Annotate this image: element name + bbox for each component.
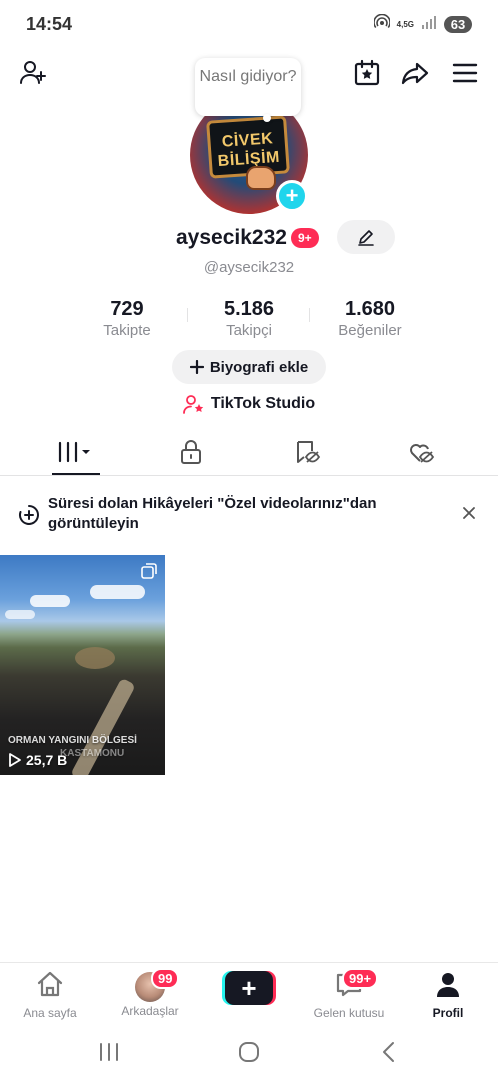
story-plus-icon xyxy=(19,505,39,525)
play-icon xyxy=(9,753,21,767)
recents-button[interactable] xyxy=(96,1040,122,1064)
nav-friends[interactable]: Arkadaşlar 99 xyxy=(105,968,195,1018)
close-notice-button[interactable] xyxy=(460,504,478,522)
nav-home-label: Ana sayfa xyxy=(23,1006,77,1020)
hamburger-menu-icon xyxy=(452,63,478,83)
video-thumbnail[interactable]: ORMAN YANGINI BÖLGESİ KASTAMONU 25,7 B xyxy=(0,555,165,775)
profile-tabs xyxy=(0,428,498,476)
share-arrow-icon xyxy=(401,62,429,85)
stories-notice[interactable]: Süresi dolan Hikâyeleri "Özel videoların… xyxy=(18,494,480,538)
plus-icon xyxy=(189,360,204,374)
add-bio-label: Biyografi ekle xyxy=(209,358,309,376)
plus-icon: + xyxy=(285,183,299,208)
stat-following-value: 729 xyxy=(110,298,144,320)
nav-home[interactable]: Ana sayfa xyxy=(5,969,95,1020)
multi-video-icon xyxy=(141,563,157,579)
inbox-badge: 99+ xyxy=(342,968,379,989)
create-plus-icon: + xyxy=(225,971,273,1005)
user-handle: @aysecik232 xyxy=(203,259,295,276)
avatar-hand xyxy=(246,166,276,190)
home-circle-icon xyxy=(239,1042,259,1062)
share-profile-button[interactable] xyxy=(400,58,430,88)
status-icons: 4,5G 63 xyxy=(372,13,472,35)
nav-profile[interactable]: Profil xyxy=(403,969,493,1020)
video-cloud xyxy=(90,585,145,599)
video-views: 25,7 B xyxy=(8,752,67,768)
bookmark-eye-icon xyxy=(297,440,321,463)
person-star-icon xyxy=(182,395,204,414)
edit-profile-button[interactable] xyxy=(337,220,395,254)
bottom-nav: Ana sayfa Arkadaşlar 99 + Gelen kutusu 9… xyxy=(0,962,498,1024)
battery-indicator: 63 xyxy=(444,16,472,33)
heart-eye-icon xyxy=(410,443,435,463)
stat-likes[interactable]: 1.680 Beğeniler xyxy=(310,298,430,339)
stat-likes-value: 1.680 xyxy=(344,298,396,320)
close-icon xyxy=(463,507,475,519)
friends-badge: 99 xyxy=(151,968,180,989)
tab-active-indicator xyxy=(52,473,100,475)
avatar-add-button[interactable]: + xyxy=(276,180,308,212)
video-caption-line1: ORMAN YANGINI BÖLGESİ xyxy=(8,735,137,746)
calendar-button[interactable] xyxy=(352,58,382,88)
video-cloud xyxy=(30,595,70,607)
video-bush xyxy=(75,647,115,669)
tiktok-studio-label: TikTok Studio xyxy=(210,395,316,412)
status-time: 14:54 xyxy=(26,14,73,34)
status-bar: 14:54 4,5G 63 xyxy=(0,0,498,50)
stat-followers[interactable]: 5.186 Takipçi xyxy=(189,298,309,339)
bubble-tail xyxy=(263,114,271,122)
tiktok-studio-link[interactable]: TikTok Studio xyxy=(0,394,498,414)
stories-notice-text: Süresi dolan Hikâyeleri "Özel videoların… xyxy=(48,495,377,532)
stat-following[interactable]: 729 Takipte xyxy=(67,298,187,339)
video-cloud xyxy=(5,610,35,619)
status-bubble[interactable]: Nasıl gidiyor? xyxy=(195,58,301,116)
home-system-button[interactable] xyxy=(236,1040,262,1064)
add-friend-button[interactable] xyxy=(18,58,48,88)
lock-icon xyxy=(181,439,201,464)
menu-button[interactable] xyxy=(450,58,480,88)
username: aysecik232 xyxy=(176,226,287,249)
pencil-icon xyxy=(358,230,374,246)
video-path xyxy=(70,677,136,775)
username-badge[interactable]: 9+ xyxy=(291,228,319,248)
stat-followers-label: Takipçi xyxy=(226,322,272,339)
nav-inbox[interactable]: Gelen kutusu 99+ xyxy=(304,968,394,1020)
recents-icon xyxy=(100,1043,118,1061)
add-bio-button[interactable]: Biyografi ekle xyxy=(172,350,326,384)
stat-following-label: Takipte xyxy=(103,322,151,339)
back-chevron-icon xyxy=(383,1042,394,1062)
nav-inbox-label: Gelen kutusu xyxy=(313,1006,385,1020)
nav-friends-label: Arkadaşlar xyxy=(121,1004,179,1018)
stat-likes-label: Beğeniler xyxy=(338,322,402,339)
create-button[interactable]: + xyxy=(222,971,276,1005)
calendar-star-icon xyxy=(354,59,380,86)
tab-saved[interactable] xyxy=(268,428,348,475)
grid-bars-icon xyxy=(58,441,90,462)
network-type: 4,5G xyxy=(396,19,414,29)
tab-videos[interactable] xyxy=(36,428,116,475)
profile-person-icon xyxy=(437,973,459,997)
person-plus-icon xyxy=(20,61,46,84)
nav-profile-label: Profil xyxy=(432,1006,464,1020)
back-button[interactable] xyxy=(376,1040,402,1064)
tab-private[interactable] xyxy=(151,428,231,475)
video-views-count: 25,7 B xyxy=(26,752,68,768)
system-nav-bar xyxy=(0,1026,498,1080)
signal-icon xyxy=(421,15,437,34)
tab-liked[interactable] xyxy=(382,428,462,475)
stat-followers-value: 5.186 xyxy=(223,298,275,320)
home-icon xyxy=(37,971,63,997)
hotspot-icon xyxy=(372,13,391,35)
stat-divider xyxy=(187,308,188,322)
